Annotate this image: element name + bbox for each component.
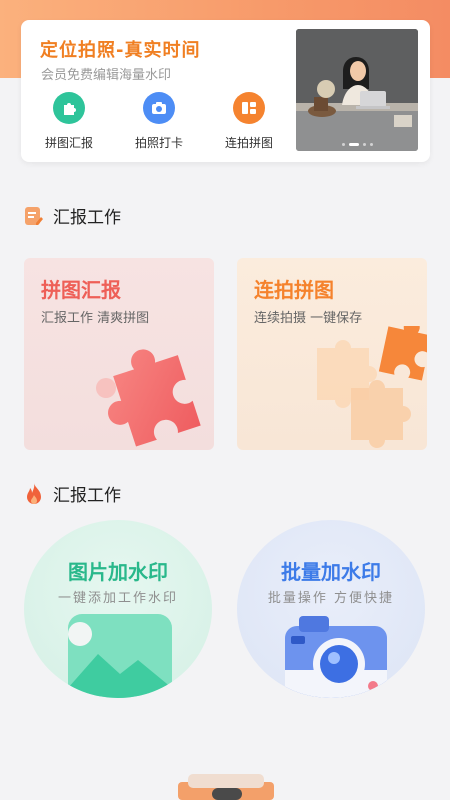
quick-action-label: 连拍拼图 bbox=[224, 136, 273, 150]
card-subtitle: 连续拍摄 一键保存 bbox=[254, 311, 363, 326]
puzzle-piece-illustration bbox=[96, 349, 201, 447]
banner-photo[interactable] bbox=[296, 29, 418, 151]
bottom-camera-illustration bbox=[178, 774, 274, 800]
card-title: 图片加水印 bbox=[68, 560, 168, 584]
quick-action-puzzle-report[interactable]: 拼图汇报 bbox=[29, 92, 109, 151]
card-title: 连拍拼图 bbox=[254, 278, 334, 302]
section-header-report-2: 汇报工作 bbox=[23, 481, 121, 506]
report-doc-icon bbox=[25, 206, 43, 225]
camera-illustration bbox=[285, 616, 387, 698]
quick-action-label: 拼图汇报 bbox=[44, 136, 93, 150]
puzzle-icon bbox=[53, 92, 85, 124]
card-image-watermark[interactable]: 图片加水印 一键添加工作水印 bbox=[24, 520, 212, 698]
image-picture-illustration bbox=[68, 614, 172, 698]
section-title: 汇报工作 bbox=[53, 486, 121, 506]
quick-action-label: 拍照打卡 bbox=[134, 136, 183, 150]
card-subtitle: 汇报工作 清爽拼图 bbox=[41, 311, 150, 326]
card-puzzle-report[interactable]: 拼图汇报 汇报工作 清爽拼图 bbox=[24, 258, 214, 450]
section-header-report: 汇报工作 bbox=[23, 203, 121, 228]
section-title: 汇报工作 bbox=[53, 208, 121, 228]
banner-title: 定位拍照-真实时间 bbox=[40, 40, 201, 61]
camera-icon bbox=[143, 92, 175, 124]
promo-banner-card[interactable]: 定位拍照-真实时间 会员免费编辑海量水印 拼图汇报 拍照打卡 连拍拼图 bbox=[21, 20, 430, 162]
card-subtitle: 一键添加工作水印 bbox=[57, 591, 178, 606]
card-title: 拼图汇报 bbox=[41, 278, 121, 302]
flame-icon bbox=[27, 482, 41, 504]
card-burst-puzzle[interactable]: 连拍拼图 连续拍摄 一键保存 bbox=[237, 258, 427, 450]
quick-actions: 拼图汇报 拍照打卡 连拍拼图 bbox=[29, 92, 291, 154]
carousel-indicator bbox=[296, 143, 418, 146]
quick-action-burst-puzzle[interactable]: 连拍拼图 bbox=[209, 92, 289, 151]
layout-grid-icon bbox=[233, 92, 265, 124]
card-title: 批量加水印 bbox=[281, 560, 381, 584]
puzzle-pieces-illustration bbox=[317, 326, 427, 448]
card-subtitle: 批量操作 方便快捷 bbox=[267, 591, 395, 606]
quick-action-photo-checkin[interactable]: 拍照打卡 bbox=[119, 92, 199, 151]
banner-subtitle: 会员免费编辑海量水印 bbox=[41, 68, 172, 83]
card-batch-watermark[interactable]: 批量加水印 批量操作 方便快捷 bbox=[237, 520, 425, 698]
